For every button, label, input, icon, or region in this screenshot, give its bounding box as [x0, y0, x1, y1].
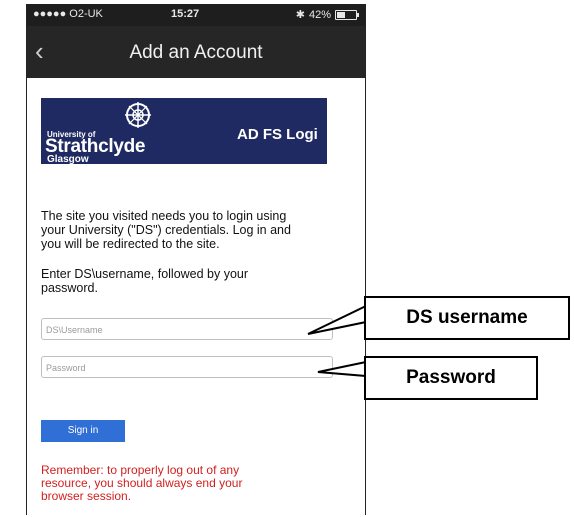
- carrier-label: ●●●●● O2-UK: [33, 8, 103, 20]
- intro-line-3: you will be redirected to the site.: [41, 237, 220, 251]
- username-callout: DS username: [364, 296, 570, 340]
- username-input[interactable]: DS\Username: [41, 318, 333, 340]
- page-title: Add an Account: [129, 42, 263, 63]
- password-callout: Password: [364, 356, 538, 400]
- status-bar: ●●●●● O2-UK 15:27 ✱ 42%: [27, 4, 365, 26]
- sign-in-button[interactable]: Sign in: [41, 420, 125, 442]
- status-right: ✱ 42%: [295, 8, 359, 21]
- battery-percent: 42%: [308, 8, 331, 21]
- intro-line-2: your University ("DS") credentials. Log …: [41, 223, 291, 237]
- nav-bar: ‹ Add an Account: [27, 26, 365, 78]
- battery-icon: [335, 9, 359, 20]
- instruction-line-1: Enter DS\username, followed by your: [41, 267, 249, 281]
- university-banner: University of Strathclyde Glasgow AD FS …: [41, 98, 327, 164]
- clock: 15:27: [171, 8, 200, 20]
- bluetooth-icon: ✱: [295, 9, 305, 21]
- logout-warning: Remember: to properly log out of any res…: [41, 464, 341, 503]
- university-crest-icon: [125, 102, 151, 128]
- intro-text: The site you visited needs you to login …: [41, 209, 341, 251]
- adfs-login-title: AD FS Logi: [237, 126, 318, 143]
- password-input[interactable]: Password: [41, 356, 333, 378]
- university-city: Glasgow: [47, 154, 89, 164]
- warning-line-3: browser session.: [41, 489, 132, 503]
- battery-fill: [337, 11, 345, 18]
- instruction-text: Enter DS\username, followed by your pass…: [41, 267, 341, 295]
- instruction-line-2: password.: [41, 281, 98, 295]
- intro-line-1: The site you visited needs you to login …: [41, 209, 287, 223]
- phone-screen: ●●●●● O2-UK 15:27 ✱ 42% ‹ Add an Account…: [26, 4, 366, 515]
